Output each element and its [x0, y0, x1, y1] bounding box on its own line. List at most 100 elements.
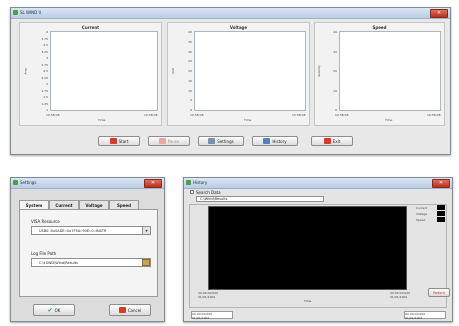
search-data-label: Search Data	[196, 190, 221, 195]
y-tick: 1.5	[43, 95, 48, 99]
check-icon: ✔	[47, 306, 53, 314]
y-tick: 25	[188, 59, 192, 64]
y-tick: 1	[46, 108, 48, 112]
ok-button[interactable]: ✔ OK	[33, 304, 75, 316]
current-plot-area[interactable]	[50, 31, 158, 111]
history-plot-area[interactable]	[208, 206, 407, 290]
history-title-bar: History ✕	[184, 178, 452, 189]
cancel-icon	[118, 307, 126, 313]
start-button[interactable]: Start	[98, 136, 140, 146]
history-path-field[interactable]: C:\Wind\Results	[196, 196, 324, 202]
y-tick: 10	[333, 88, 337, 93]
current-yticks: 4 3.75 3.5 3.25 3 2.75 2.5 2.25 2 1.75 1…	[34, 30, 48, 112]
folder-browse-icon[interactable]	[142, 259, 150, 266]
y-tick: 10	[188, 88, 192, 93]
pause-button[interactable]: Pause	[148, 136, 190, 146]
y-tick: 3	[46, 56, 48, 60]
visa-dropdown-icon[interactable]: ▾	[142, 227, 150, 234]
x-axis-label: Time	[385, 118, 393, 122]
footer-right-date: 01/01/1904	[405, 316, 423, 320]
current-panel: Current 4 3.75 3.5 3.25 3 2.75 2.5 2.25 …	[19, 22, 162, 126]
history-path-value: C:\Wind\Results	[200, 197, 228, 201]
exit-button-label: Exit	[332, 138, 341, 144]
y-tick: 30	[188, 49, 192, 54]
ok-button-label: OK	[54, 307, 61, 313]
pause-button-label: Pause	[167, 138, 180, 144]
close-icon[interactable]: ✕	[144, 179, 162, 188]
settings-icon	[208, 138, 216, 144]
logfile-label: Log File Path	[31, 251, 57, 256]
app-icon	[186, 180, 191, 185]
settings-window: Settings ✕ System Current Voltage Speed …	[10, 177, 165, 322]
footer-left: 00:00:00.000 01/01/1904	[191, 311, 233, 320]
main-window-title: SL WIND II	[20, 10, 41, 15]
x-end-label: 10:58:08	[427, 113, 441, 117]
y-tick: 3.5	[43, 43, 48, 47]
history-window-title: History	[193, 180, 208, 185]
history-button[interactable]: History	[252, 136, 298, 146]
cancel-button[interactable]: Cancel	[109, 304, 151, 316]
visa-resource-value: USB0::0x0ADE::0x7F5A::90E::0::INSTR	[39, 228, 107, 233]
x-start-label: 10:58:08	[190, 113, 204, 117]
play-icon	[109, 138, 117, 144]
close-icon[interactable]: ✕	[430, 9, 448, 18]
legend-speed-swatch	[437, 217, 445, 222]
return-button[interactable]: Return	[428, 288, 450, 297]
legend-current-label: Current	[416, 206, 428, 210]
exit-button[interactable]: Exit	[311, 136, 353, 146]
tab-current[interactable]: Current	[49, 200, 79, 209]
x-right-date: 01/01/1904	[390, 295, 408, 299]
search-data-checkbox[interactable]	[190, 190, 194, 194]
y-tick: 20	[188, 69, 192, 73]
close-icon[interactable]: ✕	[432, 179, 450, 188]
x-end-label: 10:58:08	[144, 113, 158, 117]
settings-button[interactable]: Settings	[198, 136, 244, 146]
x-axis-label: Time	[244, 118, 252, 122]
visa-label: VISA Resource	[31, 219, 60, 224]
y-tick: 30	[333, 49, 337, 54]
x-left-date: 01/01/1904	[198, 295, 216, 299]
y-tick: 1.75	[41, 88, 48, 93]
tab-system[interactable]: System	[19, 200, 49, 209]
settings-button-label: Settings	[217, 138, 234, 144]
voltage-yticks: 40 35 30 25 20 15 10 5 0	[180, 30, 192, 112]
y-tick: 20	[333, 69, 337, 73]
history-window: History ✕ Search Data C:\Wind\Results 00…	[183, 177, 453, 322]
footer-right: 00:00:00.000 01/01/1904	[404, 311, 446, 320]
visa-resource-field[interactable]: USB0::0x0ADE::0x7F5A::90E::0::INSTR	[31, 226, 151, 235]
tab-speed[interactable]: Speed	[109, 200, 139, 209]
exit-icon	[323, 138, 331, 144]
y-tick: 4	[46, 30, 48, 34]
legend-speed-label: Speed	[416, 218, 426, 222]
main-window: SL WIND II ✕ Current 4 3.75 3.5 3.25 3 2…	[10, 7, 451, 155]
start-button-label: Start	[118, 138, 129, 144]
y-tick: 0	[190, 108, 192, 112]
y-tick: 40	[188, 30, 192, 34]
tab-voltage[interactable]: Voltage	[79, 200, 109, 209]
y-tick: 2.75	[41, 62, 48, 67]
voltage-panel: Voltage 40 35 30 25 20 15 10 5 0 Volt 10…	[167, 22, 310, 126]
main-title-bar: SL WIND II ✕	[11, 8, 450, 19]
x-end-label: 10:58:08	[292, 113, 306, 117]
speed-yticks: 40 30 20 10 0	[325, 30, 337, 112]
x-axis-label: Time	[98, 118, 106, 122]
y-tick: 0	[335, 108, 337, 112]
voltage-plot-area[interactable]	[194, 31, 306, 111]
history-icon	[263, 138, 271, 144]
history-button-label: History	[272, 138, 287, 144]
footer-left-date: 01/01/1904	[192, 316, 210, 320]
logfile-path-field[interactable]: C:\LSWD\Wind\Results	[31, 258, 151, 267]
cancel-button-label: Cancel	[127, 307, 142, 313]
app-icon	[13, 10, 18, 15]
y-tick: 2.25	[41, 75, 48, 80]
y-tick: 35	[188, 39, 192, 44]
pause-icon	[158, 138, 166, 144]
app-icon	[13, 180, 18, 185]
y-tick: 2	[46, 82, 48, 86]
y-tick: 1.25	[41, 101, 48, 106]
speed-panel: Speed 40 30 20 10 0 Velocity 10:58:08 10…	[314, 22, 445, 126]
speed-plot-area[interactable]	[339, 31, 441, 111]
y-tick: 3.75	[41, 36, 48, 41]
y-axis-label: Amp	[23, 67, 28, 75]
legend-voltage-swatch	[437, 211, 445, 216]
